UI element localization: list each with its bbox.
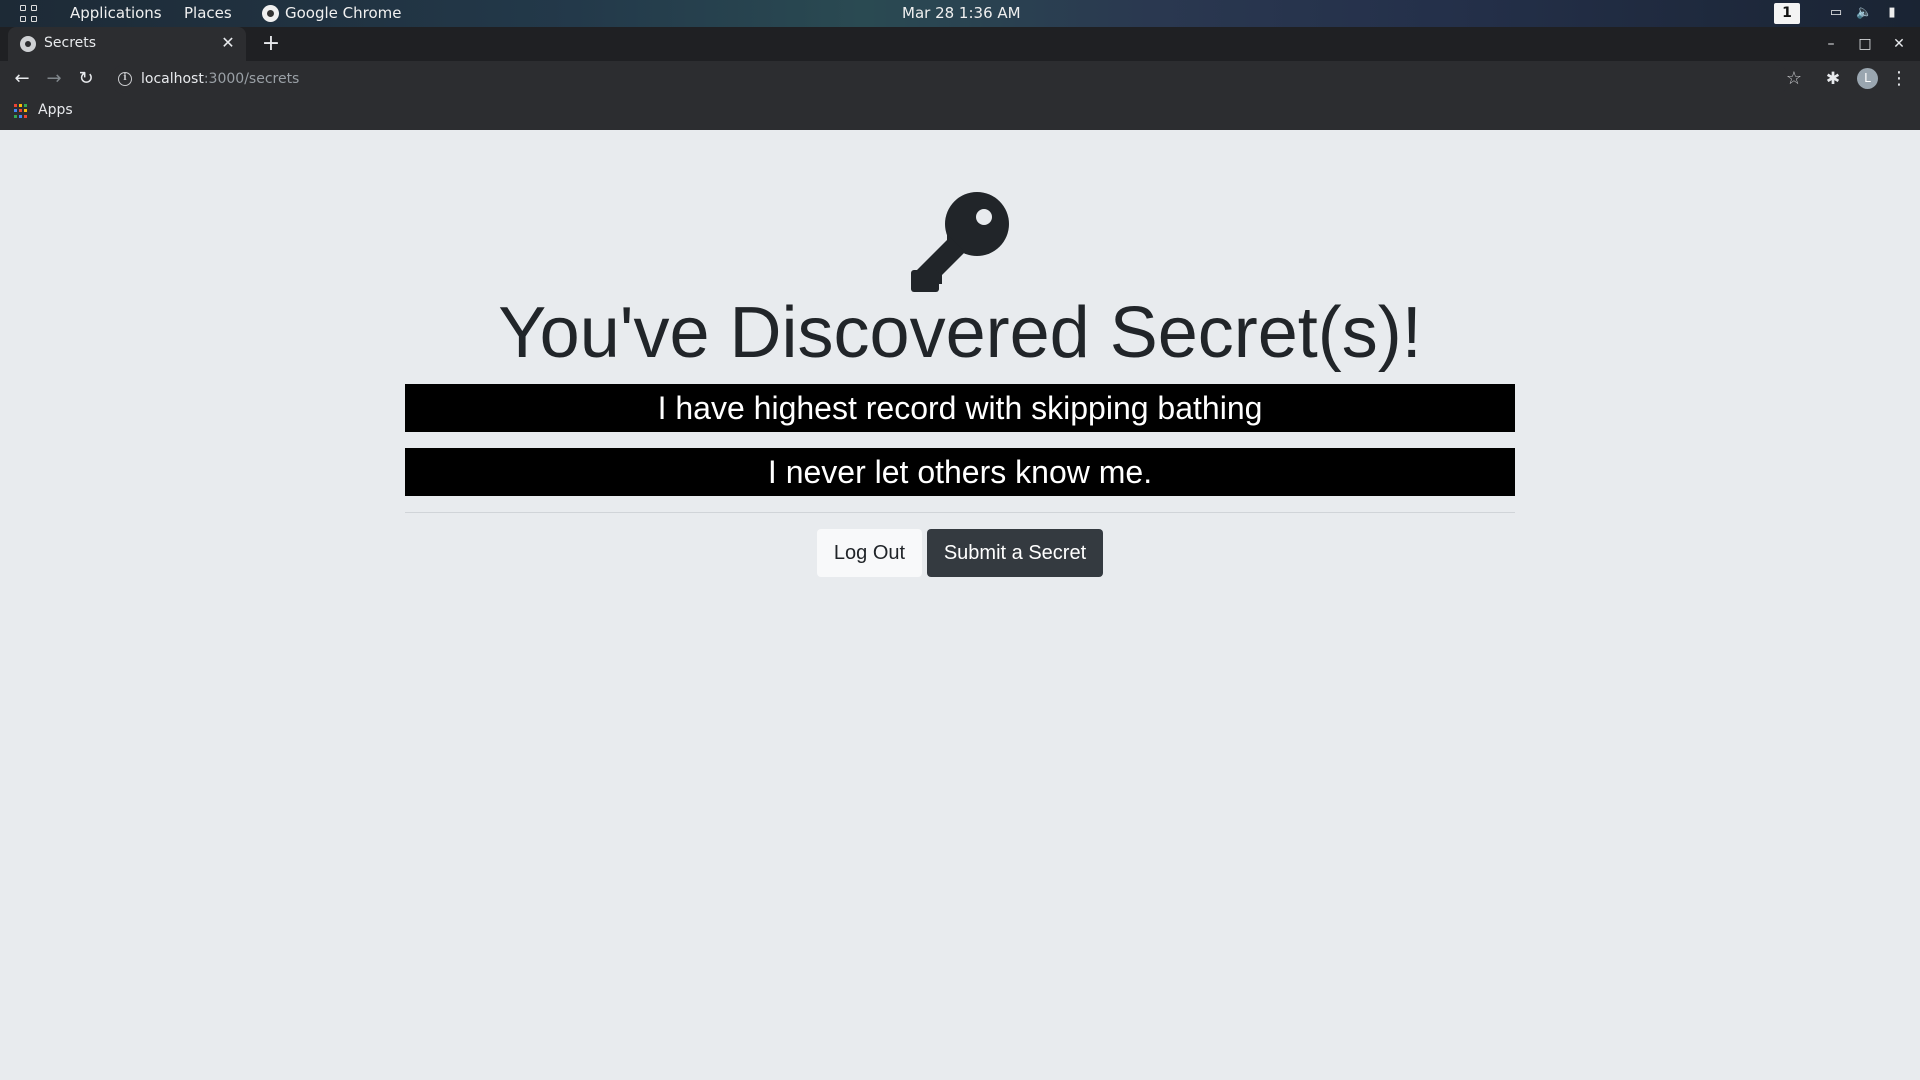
maximize-icon[interactable]: □ — [1856, 35, 1874, 53]
reload-icon[interactable]: ↻ — [74, 67, 98, 91]
close-tab-icon[interactable]: ✕ — [218, 33, 238, 53]
tab-secrets[interactable]: Secrets ✕ — [8, 27, 246, 61]
os-top-bar: Applications Places Google Chrome Mar 28… — [0, 0, 1920, 27]
submit-secret-button[interactable]: Submit a Secret — [927, 529, 1103, 577]
secret-item: I never let others know me. — [405, 448, 1515, 496]
url-path: :3000/secrets — [203, 71, 300, 87]
profile-avatar[interactable]: L — [1857, 68, 1878, 89]
secret-item: I have highest record with skipping bath… — [405, 384, 1515, 432]
apps-bookmark[interactable]: Apps — [38, 102, 73, 118]
new-tab-button[interactable]: + — [258, 31, 284, 57]
address-bar[interactable]: i localhost:3000/secrets — [110, 65, 1790, 94]
divider — [405, 512, 1515, 513]
apps-grid-icon[interactable] — [14, 104, 28, 118]
bookmarks-bar — [0, 98, 1920, 130]
bookmark-star-icon[interactable]: ☆ — [1784, 67, 1804, 91]
tab-title: Secrets — [44, 35, 97, 51]
key-icon — [911, 192, 1009, 292]
close-window-icon[interactable]: ✕ — [1890, 35, 1908, 53]
active-app-menu[interactable]: Google Chrome — [285, 4, 402, 22]
places-menu[interactable]: Places — [184, 4, 232, 22]
back-icon[interactable]: ← — [10, 67, 34, 91]
battery-icon[interactable]: ▮ — [1884, 6, 1900, 20]
kebab-menu-icon[interactable]: ⋮ — [1889, 67, 1909, 91]
url-host: localhost — [141, 71, 204, 87]
page-content: You've Discovered Secret(s)! I have high… — [0, 130, 1920, 1080]
forward-icon[interactable]: → — [42, 67, 66, 91]
workspace-indicator[interactable]: 1 — [1774, 3, 1800, 24]
volume-icon[interactable]: 🔈 — [1856, 6, 1872, 20]
display-icon[interactable]: ▭ — [1828, 6, 1844, 20]
minimize-icon[interactable]: – — [1822, 35, 1840, 53]
globe-icon — [20, 36, 36, 52]
extensions-puzzle-icon[interactable]: ✱ — [1823, 67, 1843, 91]
tab-strip: Secrets ✕ + – □ ✕ — [0, 27, 1920, 61]
page-title: You've Discovered Secret(s)! — [498, 293, 1422, 373]
applications-menu[interactable]: Applications — [70, 4, 162, 22]
logout-button[interactable]: Log Out — [817, 529, 922, 577]
site-info-icon[interactable]: i — [118, 72, 132, 86]
chrome-app-icon — [262, 5, 279, 22]
url-text[interactable]: localhost:3000/secrets — [141, 71, 299, 87]
browser-toolbar: ← → ↻ i localhost:3000/secrets ☆ ✱ L ⋮ — [0, 61, 1920, 98]
clock[interactable]: Mar 28 1:36 AM — [902, 4, 1021, 22]
app-grid-icon[interactable] — [20, 5, 38, 23]
